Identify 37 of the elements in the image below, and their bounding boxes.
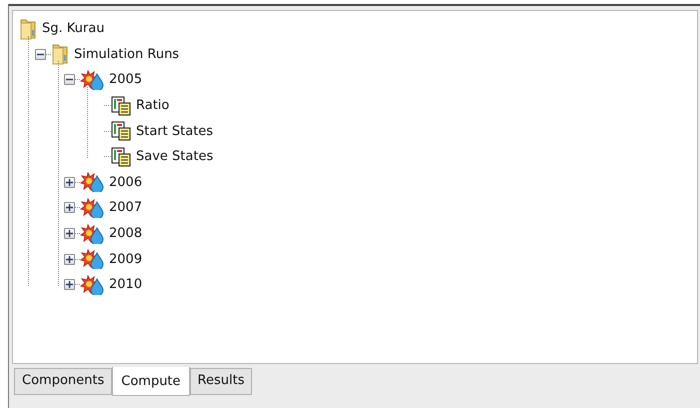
tab[interactable]: Components bbox=[14, 368, 112, 395]
folder-icon bbox=[51, 43, 69, 66]
tree-item[interactable]: Sg. Kurau bbox=[42, 21, 104, 36]
expand-button[interactable] bbox=[64, 202, 75, 214]
tree-item[interactable]: 2009 bbox=[109, 252, 142, 267]
plus-icon bbox=[66, 204, 73, 212]
tab[interactable]: Compute bbox=[112, 367, 190, 396]
document-icon bbox=[111, 121, 131, 142]
burst-and-drop-icon bbox=[80, 70, 104, 90]
tree-item[interactable]: Ratio bbox=[136, 98, 170, 114]
burst-and-drop-icon bbox=[80, 224, 104, 244]
document-icon bbox=[111, 96, 131, 116]
burst-and-drop-icon bbox=[80, 249, 104, 270]
tree-item[interactable]: 2007 bbox=[109, 200, 142, 216]
tree-item[interactable]: Simulation Runs bbox=[74, 46, 180, 62]
plus-icon bbox=[66, 281, 73, 288]
collapse-button[interactable] bbox=[35, 48, 46, 60]
plus-icon bbox=[66, 178, 73, 186]
plus-icon bbox=[66, 230, 73, 238]
tree-item[interactable]: 2006 bbox=[109, 174, 142, 190]
document-icon bbox=[111, 146, 131, 167]
folder-icon bbox=[19, 18, 37, 40]
burst-and-drop-icon bbox=[80, 198, 104, 218]
plus-icon bbox=[66, 256, 73, 263]
tree-item[interactable]: Start States bbox=[136, 124, 214, 139]
burst-and-drop-icon bbox=[80, 274, 104, 295]
tree-item[interactable]: 2005 bbox=[109, 72, 142, 88]
expand-button[interactable] bbox=[64, 176, 75, 188]
tree-item[interactable]: 2008 bbox=[109, 226, 142, 242]
collapse-button[interactable] bbox=[64, 74, 75, 86]
expand-button[interactable] bbox=[64, 254, 75, 265]
tab[interactable]: Results bbox=[190, 368, 252, 395]
tree-item[interactable]: Save States bbox=[136, 149, 214, 164]
burst-and-drop-icon bbox=[80, 172, 104, 192]
expand-button[interactable] bbox=[64, 279, 75, 290]
expand-button[interactable] bbox=[64, 228, 75, 240]
tree-item[interactable]: 2010 bbox=[109, 277, 142, 292]
